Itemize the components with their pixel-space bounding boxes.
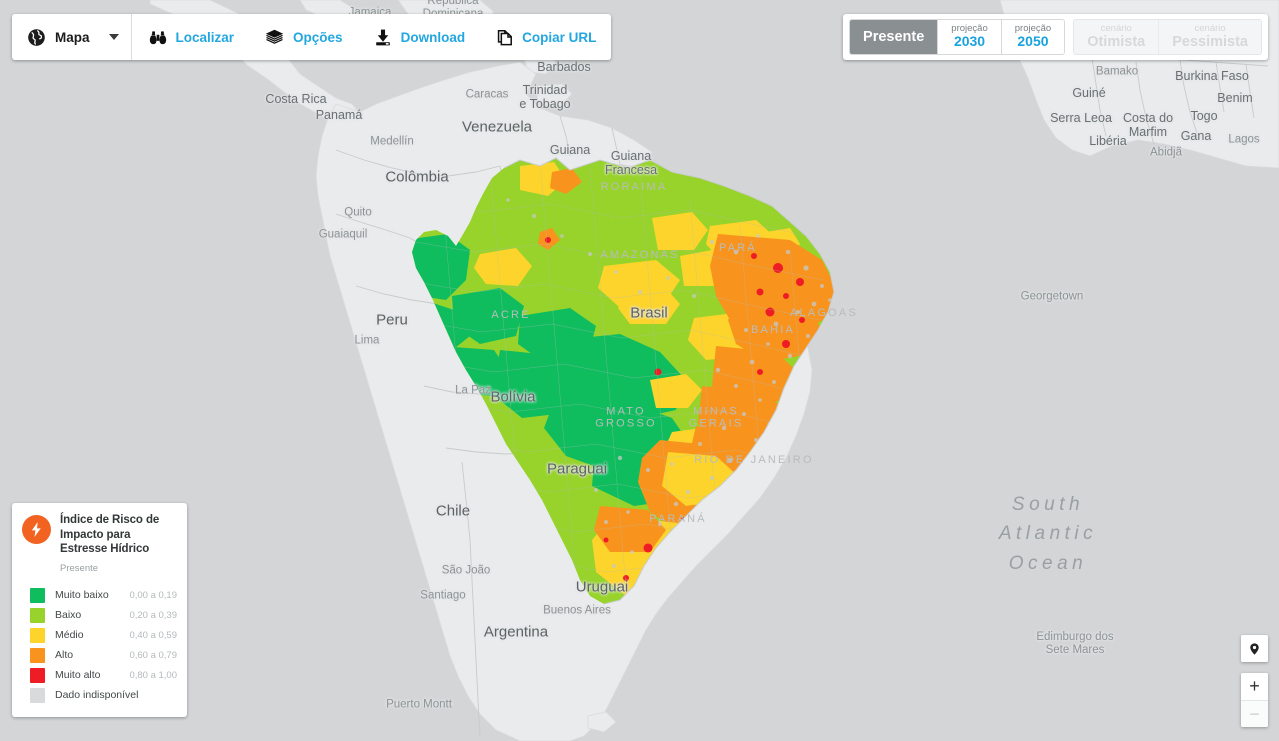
time-button-presente[interactable]: Presente: [850, 20, 939, 54]
scenario-button-pessimista-sublabel: cenário: [1194, 22, 1226, 34]
legend-row-label: Médio: [55, 629, 84, 641]
scenario-button-pessimista: cenário Pessimista: [1159, 20, 1261, 54]
legend-panel: Índice de Risco de Impacto para Estresse…: [12, 503, 187, 717]
legend-row[interactable]: Médio 0,40 a 0,59: [22, 625, 177, 645]
locate-label: Localizar: [175, 29, 235, 45]
binoculars-icon: [148, 28, 168, 47]
legend-row-label: Alto: [55, 649, 74, 661]
map-controls: + −: [1241, 635, 1268, 727]
map-canvas[interactable]: RORAIMA AMAZONAS PARÁ ACRE MATO GROSSO MINAS …: [0, 0, 1279, 741]
zoom-in-button[interactable]: +: [1241, 673, 1268, 700]
scenario-button-otimista-label: Otimista: [1087, 34, 1146, 51]
zoom-controls-box: + −: [1241, 673, 1268, 727]
globe-icon: [27, 28, 46, 47]
map-pin-icon[interactable]: [1241, 635, 1268, 662]
copy-icon: [495, 28, 514, 47]
map-type-label: Mapa: [55, 29, 90, 45]
legend-row[interactable]: Muito baixo 0,00 a 0,19: [22, 585, 177, 605]
download-button[interactable]: Download: [358, 14, 481, 60]
legend-row-label: Dado indisponível: [55, 689, 139, 701]
legend-row[interactable]: Baixo 0,20 a 0,39: [22, 605, 177, 625]
copy-url-button[interactable]: Copiar URL: [480, 14, 611, 60]
time-period-group: Presente projeção 2030 projeção 2050: [849, 19, 1066, 55]
legend-swatch: [30, 627, 45, 643]
legend-swatch: [30, 687, 45, 703]
chevron-down-icon: [108, 34, 119, 40]
locate-me-box: [1241, 635, 1268, 662]
zoom-out-button[interactable]: −: [1241, 700, 1268, 727]
legend-swatch: [30, 607, 45, 623]
time-button-2030[interactable]: projeção 2030: [938, 20, 1002, 54]
legend-title: Índice de Risco de Impacto para Estresse…: [60, 514, 160, 556]
legend-row-range: 0,60 a 0,79: [129, 649, 177, 661]
scenario-button-otimista-sublabel: cenário: [1100, 22, 1132, 34]
legend-row[interactable]: Dado indisponível: [22, 685, 177, 705]
time-button-presente-label: Presente: [863, 29, 925, 45]
main-toolbar: Mapa Localizar Opções Download Copiar UR…: [12, 14, 612, 60]
legend-swatch: [30, 587, 45, 603]
scenario-selector: Presente projeção 2030 projeção 2050 cen…: [843, 14, 1268, 60]
download-icon: [373, 28, 393, 47]
legend-header: Índice de Risco de Impacto para Estresse…: [22, 513, 177, 557]
time-button-2050[interactable]: projeção 2050: [1001, 20, 1065, 54]
legend-row-label: Muito baixo: [55, 589, 109, 601]
options-button[interactable]: Opções: [249, 14, 358, 60]
legend-row[interactable]: Alto 0,60 a 0,79: [22, 645, 177, 665]
legend-swatch: [30, 647, 45, 663]
download-label: Download: [400, 29, 466, 45]
time-button-2050-label: 2050: [1017, 33, 1049, 50]
map-application: RORAIMA AMAZONAS PARÁ ACRE MATO GROSSO MINAS …: [0, 0, 1279, 741]
scenario-button-otimista: cenário Otimista: [1074, 20, 1160, 54]
legend-row-range: 0,40 a 0,59: [129, 629, 177, 641]
lightning-bolt-icon: [22, 515, 51, 545]
time-button-2030-label: 2030: [953, 33, 986, 50]
legend-row-range: 0,00 a 0,19: [129, 589, 177, 601]
legend-row[interactable]: Muito alto 0,80 a 1,00: [22, 665, 177, 685]
legend-row-range: 0,20 a 0,39: [129, 609, 177, 621]
legend-row-range: 0,80 a 1,00: [129, 669, 177, 681]
map-type-dropdown[interactable]: Mapa: [12, 14, 132, 60]
locate-button[interactable]: Localizar: [133, 14, 250, 60]
scenario-group: cenário Otimista cenário Pessimista: [1073, 19, 1262, 55]
legend-rows: Muito baixo 0,00 a 0,19 Baixo 0,20 a 0,39 Mé…: [22, 585, 177, 705]
legend-row-label: Muito alto: [55, 669, 101, 681]
legend-swatch: [30, 667, 45, 683]
copy-url-label: Copiar URL: [522, 29, 597, 45]
map-geometry: [0, 0, 1279, 741]
layers-icon: [264, 28, 285, 47]
legend-subtitle: Presente: [60, 563, 99, 574]
scenario-button-pessimista-label: Pessimista: [1172, 34, 1248, 51]
options-label: Opções: [293, 29, 343, 45]
legend-row-label: Baixo: [55, 609, 82, 621]
